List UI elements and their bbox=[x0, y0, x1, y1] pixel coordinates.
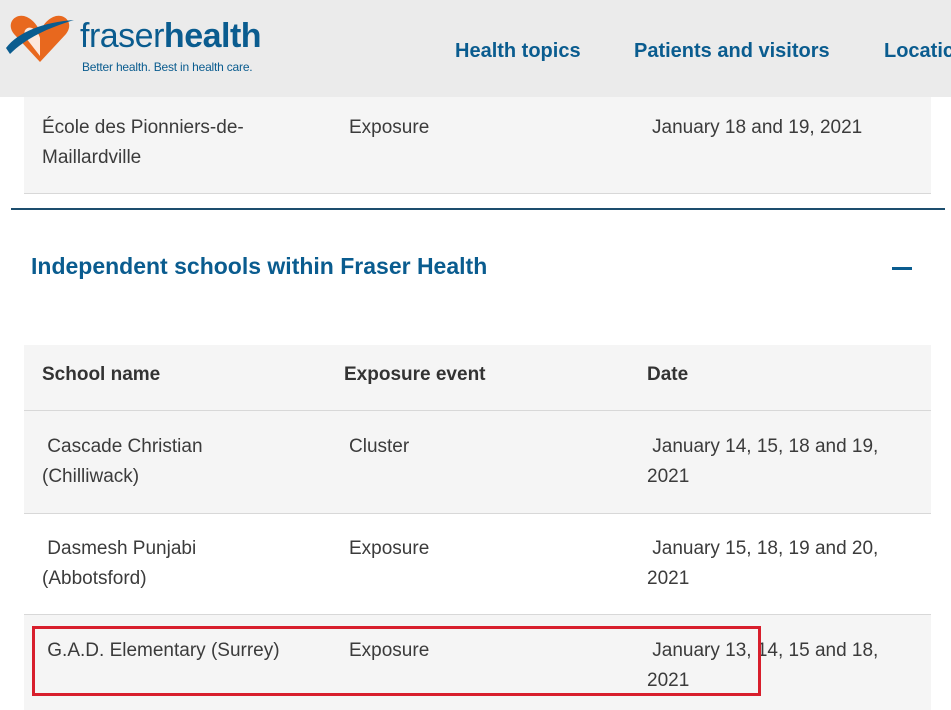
school-name-line1: G.A.D. Elementary (Surrey) bbox=[42, 640, 280, 661]
table-row: Dasmesh Punjabi (Abbotsford) Exposure Ja… bbox=[24, 514, 931, 614]
table-row: G.A.D. Elementary (Surrey) Exposure Janu… bbox=[24, 615, 931, 710]
school-name-line2: (Abbotsford) bbox=[42, 568, 147, 589]
brand-tagline: Better health. Best in health care. bbox=[82, 60, 253, 74]
brand-name-part2: health bbox=[163, 17, 262, 55]
site-header: fraserhealth Better health. Best in heal… bbox=[0, 0, 951, 97]
collapse-button[interactable] bbox=[888, 258, 916, 278]
row-divider bbox=[24, 193, 931, 194]
brand-name-part1: fraser bbox=[80, 17, 164, 55]
column-header-event: Exposure event bbox=[344, 364, 486, 385]
exposure-date-line1: January 14, 15, 18 and 19, bbox=[647, 436, 879, 457]
school-name-line2: (Chilliwack) bbox=[42, 466, 140, 487]
heart-logo-icon bbox=[6, 15, 74, 63]
exposure-date: January 18 and 19, 2021 bbox=[652, 117, 863, 138]
exposure-event: Exposure bbox=[349, 640, 430, 661]
minus-icon bbox=[892, 267, 912, 270]
school-name-line1: Dasmesh Punjabi bbox=[42, 538, 197, 559]
nav-patients-and-visitors[interactable]: Patients and visitors bbox=[634, 40, 830, 63]
fraser-health-logo[interactable]: fraserhealth Better health. Best in heal… bbox=[4, 10, 262, 80]
nav-health-topics[interactable]: Health topics bbox=[455, 40, 581, 63]
brand-wordmark: fraserhealth bbox=[80, 16, 262, 56]
exposure-date-line2: 2021 bbox=[647, 466, 690, 487]
school-name-line1: École des Pionniers-de- bbox=[42, 117, 244, 138]
section-divider bbox=[11, 208, 945, 210]
exposure-event: Exposure bbox=[349, 117, 430, 138]
nav-locations[interactable]: Locatic bbox=[884, 40, 951, 63]
table-row: Cascade Christian (Chilliwack) Cluster J… bbox=[24, 411, 931, 513]
exposure-date-line2: 2021 bbox=[647, 670, 690, 691]
school-name-line2: Maillardville bbox=[42, 147, 142, 168]
school-name-line1: Cascade Christian bbox=[42, 436, 203, 457]
column-header-school: School name bbox=[42, 364, 161, 385]
exposure-event: Cluster bbox=[349, 436, 410, 457]
exposure-date-line1: January 15, 18, 19 and 20, bbox=[647, 538, 879, 559]
exposure-date-line2: 2021 bbox=[647, 568, 690, 589]
exposure-date-line1: January 13, 14, 15 and 18, bbox=[647, 640, 879, 661]
previous-table-row: École des Pionniers-de- Maillardville Ex… bbox=[24, 97, 931, 193]
table-header-row: School name Exposure event Date bbox=[24, 345, 931, 410]
exposure-event: Exposure bbox=[349, 538, 430, 559]
column-header-date: Date bbox=[647, 364, 689, 385]
section-title[interactable]: Independent schools within Fraser Health bbox=[31, 253, 487, 280]
